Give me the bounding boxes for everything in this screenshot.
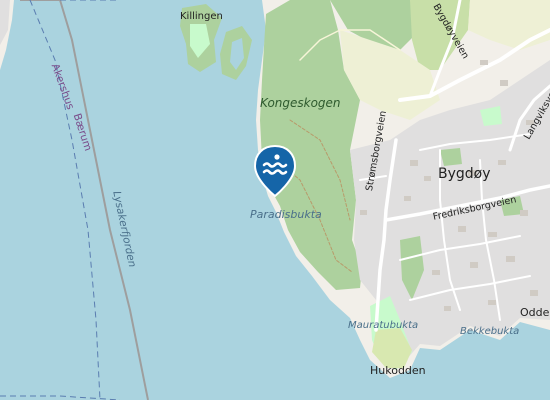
map-canvas[interactable]: Killingen Kongeskogen Paradisbukta Bygdø…	[0, 0, 550, 400]
label-hukodden: Hukodden	[370, 364, 426, 377]
label-killingen: Killingen	[180, 11, 223, 22]
map-base-layer	[0, 0, 550, 400]
label-paradisbukta: Paradisbukta	[250, 208, 322, 221]
label-bygdoy: Bygdøy	[438, 166, 491, 182]
label-kongeskogen: Kongeskogen	[260, 96, 341, 110]
label-mauratubukta: Mauratubukta	[348, 320, 419, 331]
label-bekkebukta: Bekkebukta	[460, 326, 520, 337]
label-odden: Odden	[520, 306, 550, 319]
beach-marker-pin[interactable]	[253, 144, 297, 198]
